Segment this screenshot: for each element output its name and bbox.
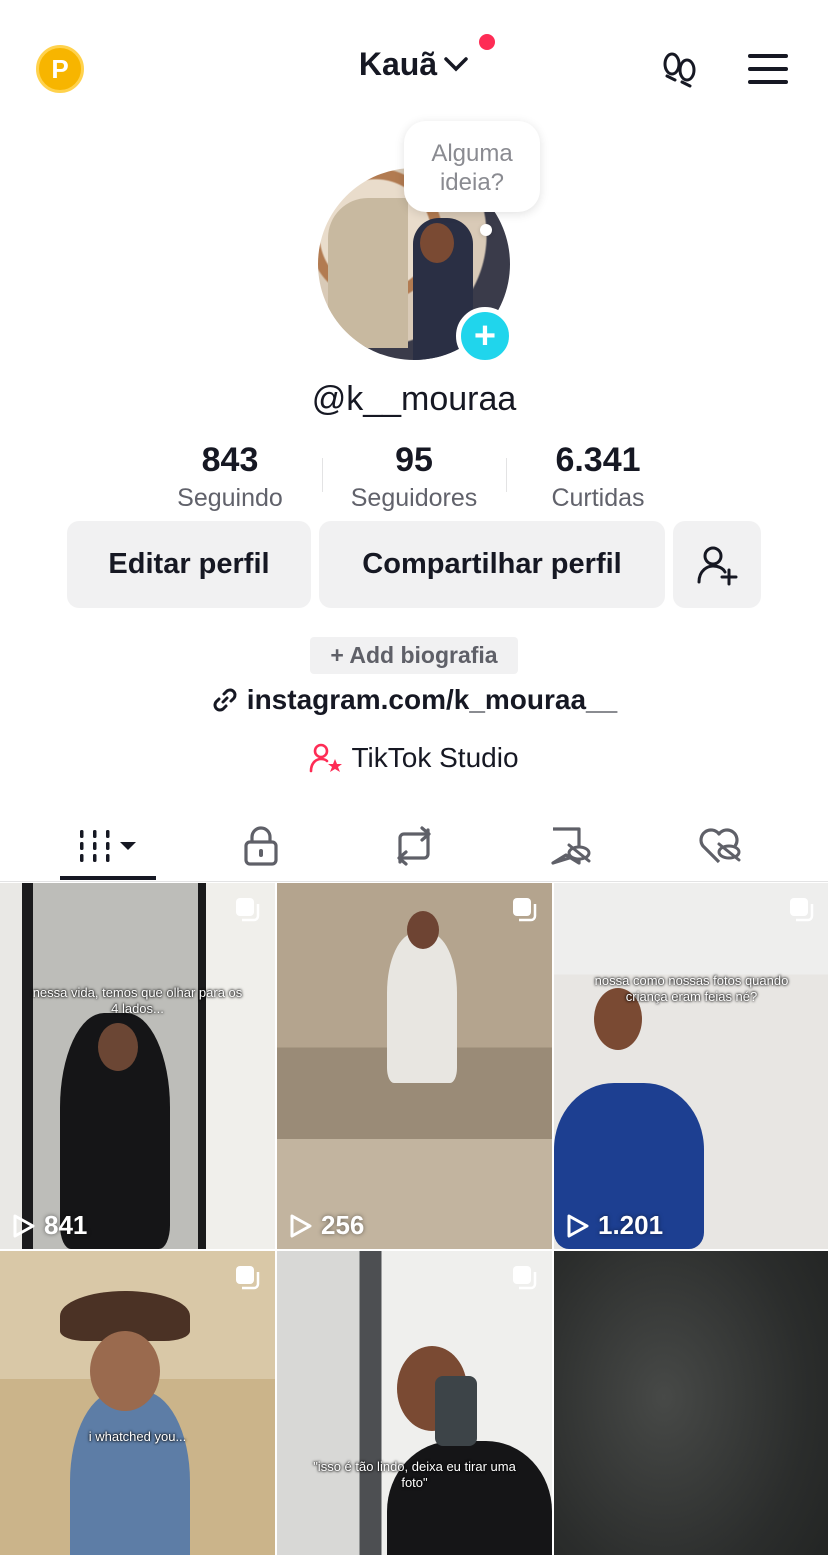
top-bar: P Kauã <box>0 0 828 130</box>
idea-bubble[interactable]: Alguma ideia? <box>404 121 540 212</box>
add-story-plus-icon[interactable]: + <box>456 307 514 365</box>
tab-reposts[interactable] <box>368 810 460 882</box>
multi-photo-icon <box>513 1266 537 1290</box>
video-tile[interactable]: "isso é tão lindo, deixa eu tirar uma fo… <box>277 1251 552 1555</box>
stat-followers[interactable]: 95 Seguidores <box>322 440 506 520</box>
view-count: 1.201 <box>566 1210 663 1241</box>
footprints-icon[interactable] <box>660 50 700 90</box>
repost-icon <box>397 826 431 866</box>
creator-star-icon <box>310 743 343 773</box>
video-tile[interactable]: 256 <box>277 883 552 1249</box>
username: Kauã <box>358 46 438 82</box>
add-friends-button[interactable] <box>673 521 761 608</box>
video-caption: nessa vida, temos que olhar para os 4 la… <box>32 985 243 1016</box>
add-bio-button[interactable]: + Add biografia <box>310 637 518 674</box>
multi-photo-icon <box>790 898 814 922</box>
liked-hidden-icon <box>699 828 741 864</box>
video-caption: "isso é tão lindo, deixa eu tirar uma fo… <box>313 1459 516 1490</box>
multi-photo-icon <box>236 898 260 922</box>
account-switcher[interactable]: Kauã <box>0 34 828 83</box>
share-profile-button[interactable]: Compartilhar perfil <box>319 521 665 608</box>
profile-stats: 843 Seguindo 95 Seguidores 6.341 Curtida… <box>138 440 690 520</box>
video-caption: i whatched you... <box>88 1429 187 1444</box>
view-count: 841 <box>12 1210 87 1241</box>
view-count: 256 <box>289 1210 364 1241</box>
video-tile[interactable]: nossa como nossas fotos quando criança e… <box>554 883 828 1249</box>
edit-profile-button[interactable]: Editar perfil <box>67 521 311 608</box>
tab-liked[interactable] <box>674 810 766 882</box>
favorites-hidden-icon <box>551 827 591 865</box>
notification-dot <box>479 34 496 50</box>
tab-favorites[interactable] <box>524 810 616 882</box>
play-icon <box>13 1214 35 1237</box>
active-tab-indicator <box>60 876 156 880</box>
lock-icon <box>244 826 278 866</box>
tab-private[interactable] <box>215 810 307 882</box>
videos-grid-icon <box>80 830 136 862</box>
add-user-icon <box>697 546 738 585</box>
video-caption: nossa como nossas fotos quando criança e… <box>594 973 789 1004</box>
multi-photo-icon <box>236 1266 260 1290</box>
chevron-down-icon <box>444 56 468 71</box>
stat-likes[interactable]: 6.341 Curtidas <box>506 440 690 520</box>
hamburger-menu-icon[interactable] <box>748 52 788 86</box>
multi-photo-icon <box>513 898 537 922</box>
video-tile[interactable] <box>554 1251 828 1555</box>
bubble-tail <box>480 224 492 236</box>
content-tabs <box>0 810 828 882</box>
link-icon <box>213 688 237 712</box>
stat-following[interactable]: 843 Seguindo <box>138 440 322 520</box>
tab-videos[interactable] <box>60 810 156 882</box>
tiktok-studio-link[interactable]: TikTok Studio <box>0 742 828 774</box>
profile-handle: @k__mouraa <box>311 380 517 418</box>
play-icon <box>567 1214 589 1237</box>
video-tile[interactable]: i whatched you... <box>0 1251 275 1555</box>
play-icon <box>290 1214 312 1237</box>
bio-link[interactable]: instagram.com/k_mouraa__ <box>0 684 828 716</box>
video-tile[interactable]: nessa vida, temos que olhar para os 4 la… <box>0 883 275 1249</box>
